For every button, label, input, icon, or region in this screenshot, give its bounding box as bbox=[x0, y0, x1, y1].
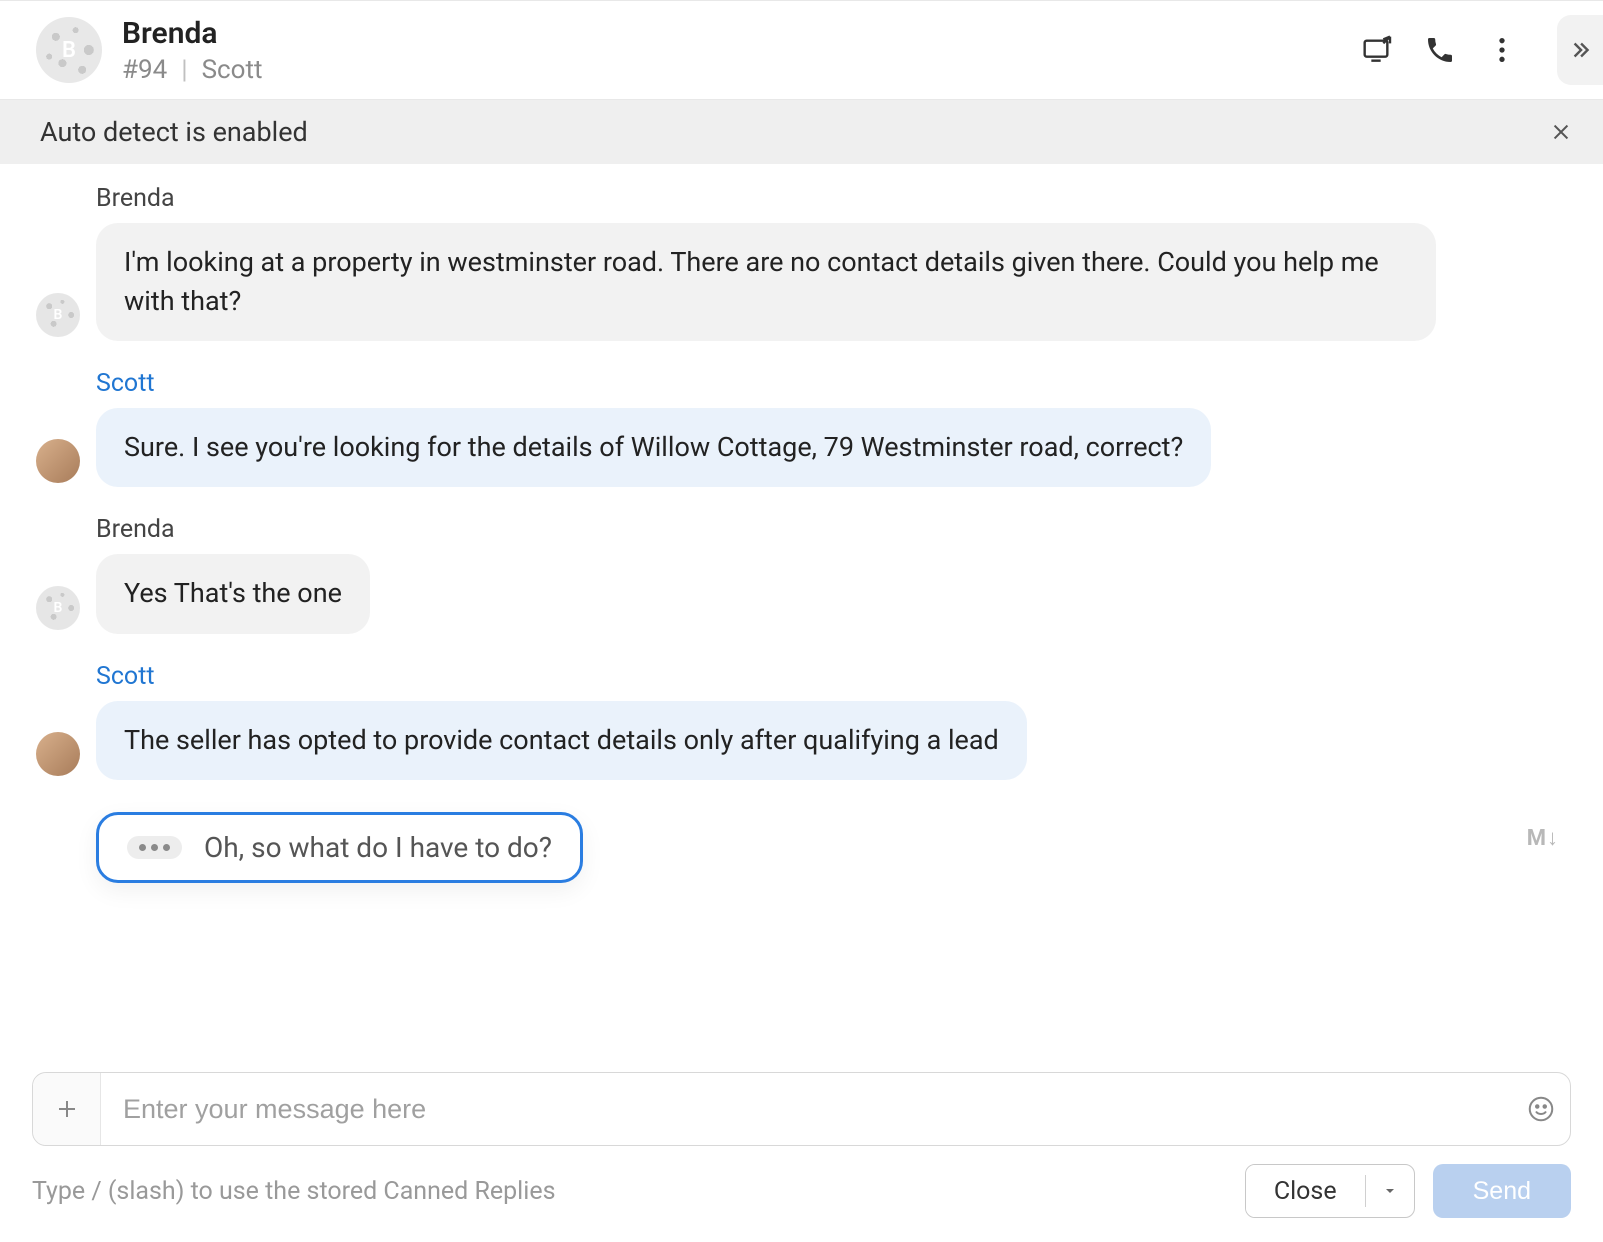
message-bubble: Sure. I see you're looking for the detai… bbox=[96, 408, 1211, 487]
header-subrow: #94 | Scott bbox=[122, 55, 262, 85]
message-row: B Yes That's the one bbox=[36, 554, 1563, 633]
typing-text: Oh, so what do I have to do? bbox=[204, 831, 552, 864]
message-sender: Scott bbox=[96, 662, 1563, 691]
agent-name[interactable]: Scott bbox=[202, 55, 263, 85]
expand-panel-button[interactable] bbox=[1557, 15, 1603, 85]
header-titles: Brenda #94 | Scott bbox=[122, 16, 262, 85]
close-icon bbox=[1550, 121, 1572, 143]
close-dropdown-button[interactable] bbox=[1366, 1165, 1414, 1217]
composer-footer: Type / (slash) to use the stored Canned … bbox=[32, 1164, 1571, 1218]
call-button[interactable] bbox=[1423, 33, 1457, 67]
more-icon bbox=[1486, 34, 1518, 66]
message-sender: Scott bbox=[96, 369, 1563, 398]
message-sender: Brenda bbox=[96, 184, 1563, 213]
attach-button[interactable] bbox=[33, 1073, 101, 1145]
phone-icon bbox=[1424, 34, 1456, 66]
message-row: Sure. I see you're looking for the detai… bbox=[36, 408, 1563, 487]
close-button[interactable]: Close bbox=[1246, 1165, 1365, 1217]
banner-close-button[interactable] bbox=[1547, 118, 1575, 146]
avatar-initial: B bbox=[54, 600, 63, 616]
expand-icon bbox=[1567, 37, 1593, 63]
message-sender: Brenda bbox=[96, 515, 1563, 544]
typing-indicator-icon bbox=[127, 836, 182, 859]
message-block: Scott The seller has opted to provide co… bbox=[36, 662, 1563, 780]
send-button[interactable]: Send bbox=[1433, 1164, 1571, 1218]
message-block: Scott Sure. I see you're looking for the… bbox=[36, 369, 1563, 487]
composer-hint: Type / (slash) to use the stored Canned … bbox=[32, 1177, 1227, 1206]
banner-text: Auto detect is enabled bbox=[40, 116, 1547, 148]
plus-icon bbox=[55, 1097, 79, 1121]
typing-bubble: Oh, so what do I have to do? bbox=[96, 812, 583, 883]
header-divider: | bbox=[181, 55, 187, 85]
emoji-button[interactable] bbox=[1512, 1094, 1570, 1124]
message-block: Brenda B I'm looking at a property in we… bbox=[36, 184, 1563, 341]
message-row: B I'm looking at a property in westminst… bbox=[36, 223, 1563, 341]
typing-row-wrap: Oh, so what do I have to do? M↓ bbox=[36, 794, 1563, 883]
message-bubble: Yes That's the one bbox=[96, 554, 370, 633]
conversation-area[interactable]: Brenda B I'm looking at a property in we… bbox=[0, 164, 1603, 1066]
message-input[interactable] bbox=[101, 1094, 1512, 1125]
more-button[interactable] bbox=[1485, 33, 1519, 67]
message-row: The seller has opted to provide contact … bbox=[36, 701, 1563, 780]
share-screen-button[interactable] bbox=[1361, 33, 1395, 67]
typing-preview: Oh, so what do I have to do? bbox=[96, 812, 583, 883]
emoji-icon bbox=[1526, 1094, 1556, 1124]
ticket-id[interactable]: #94 bbox=[122, 55, 167, 85]
message-bubble: I'm looking at a property in westminster… bbox=[96, 223, 1436, 341]
contact-name: Brenda bbox=[122, 16, 262, 51]
message-avatar[interactable] bbox=[36, 439, 80, 483]
auto-detect-banner: Auto detect is enabled bbox=[0, 100, 1603, 164]
header-actions bbox=[1361, 15, 1579, 85]
message-avatar[interactable] bbox=[36, 732, 80, 776]
avatar-initial: B bbox=[54, 307, 63, 323]
message-avatar[interactable]: B bbox=[36, 293, 80, 337]
message-avatar[interactable]: B bbox=[36, 586, 80, 630]
chat-header: B Brenda #94 | Scott bbox=[0, 0, 1603, 100]
composer bbox=[32, 1072, 1571, 1146]
contact-avatar[interactable]: B bbox=[36, 17, 102, 83]
message-block: Brenda B Yes That's the one bbox=[36, 515, 1563, 633]
composer-area: Type / (slash) to use the stored Canned … bbox=[0, 1066, 1603, 1242]
contact-avatar-initial: B bbox=[62, 38, 76, 63]
markdown-indicator[interactable]: M↓ bbox=[1527, 825, 1559, 851]
share-screen-icon bbox=[1362, 34, 1394, 66]
close-button-group: Close bbox=[1245, 1164, 1415, 1218]
chat-window: B Brenda #94 | Scott bbox=[0, 0, 1603, 1242]
message-bubble: The seller has opted to provide contact … bbox=[96, 701, 1027, 780]
caret-down-icon bbox=[1382, 1183, 1398, 1199]
